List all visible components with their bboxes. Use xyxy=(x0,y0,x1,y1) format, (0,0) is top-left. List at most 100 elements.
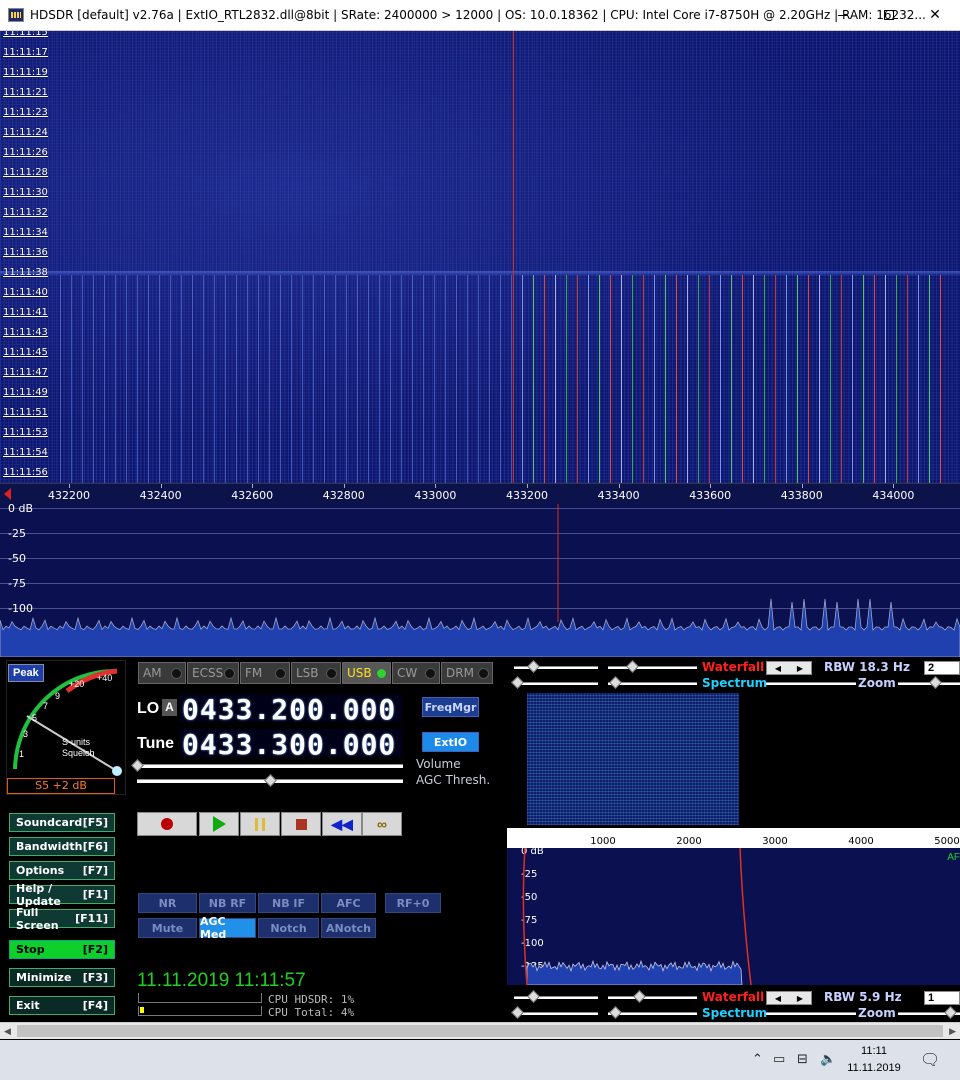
af-waterfall[interactable] xyxy=(507,690,960,828)
af-frequency-scale: 1000 2000 3000 4000 5000 xyxy=(507,828,960,848)
af-sp-slider-1[interactable] xyxy=(514,682,598,685)
waterfall-timestamp: 11:11:34 xyxy=(3,227,48,238)
af-bottom-value-box[interactable]: 1 xyxy=(924,991,960,1005)
clock-date[interactable]: 11.11.2019 xyxy=(846,1062,902,1074)
af-top-rbw-arrows[interactable]: ◀ ▶ xyxy=(766,661,812,675)
af-bottom-rbw-label: RBW 5.9 Hz xyxy=(824,990,902,1004)
arrow-left-icon[interactable]: ◀ xyxy=(775,994,781,1003)
waterfall-signal-line xyxy=(192,275,193,483)
af-scale-label: 2000 xyxy=(676,836,702,847)
tune-marker-line[interactable] xyxy=(513,31,514,483)
loop-icon: ∞ xyxy=(377,816,387,832)
af-filter-high-edge[interactable] xyxy=(739,848,752,985)
frequency-tick xyxy=(710,484,712,488)
af-wf-slider-2[interactable] xyxy=(608,666,697,669)
record-button[interactable] xyxy=(137,812,197,836)
side-button-minimize[interactable]: Minimize [F3] xyxy=(9,968,115,987)
dsp-anotch-button[interactable]: ANotch xyxy=(321,918,376,938)
arrow-right-icon[interactable]: ▶ xyxy=(797,664,803,673)
arrow-left-icon[interactable]: ◀ xyxy=(775,664,781,673)
lo-a-button[interactable]: A xyxy=(162,699,177,716)
signal-onset-band xyxy=(0,271,960,276)
af-spectrum[interactable]: 0 dB-25-50-75-100-125 AF xyxy=(507,848,960,985)
mode-button-drm[interactable]: DRM xyxy=(441,662,493,684)
side-button-bandwidth[interactable]: Bandwidth [F6] xyxy=(9,837,115,856)
device-icon[interactable]: ▭ xyxy=(773,1052,785,1067)
cpu-total-bar xyxy=(138,1006,262,1016)
scrollbar-thumb[interactable] xyxy=(17,1025,943,1037)
mode-button-lsb[interactable]: LSB xyxy=(291,662,341,684)
dsp-nb-rf-button[interactable]: NB RF xyxy=(199,893,256,913)
waterfall-signal-line xyxy=(379,275,380,483)
volume-icon[interactable]: 🔈 xyxy=(820,1052,836,1067)
scroll-right-icon[interactable]: ▶ xyxy=(949,1026,956,1037)
rewind-button[interactable]: ◀◀ xyxy=(322,812,362,836)
arrow-right-icon[interactable]: ▶ xyxy=(797,994,803,1003)
mode-button-ecss[interactable]: ECSS xyxy=(187,662,239,684)
tune-frequency[interactable]: 0433.300.000 xyxy=(182,728,396,761)
minimize-button[interactable] xyxy=(820,0,866,30)
side-button-full-screen[interactable]: Full Screen [F11] xyxy=(9,906,115,932)
mode-label: AM xyxy=(143,666,162,680)
s-scale-40: +40 xyxy=(97,673,113,683)
freqmgr-button[interactable]: FreqMgr xyxy=(422,697,479,717)
datetime-display: 11.11.2019 11:11:57 xyxy=(137,970,306,991)
maximize-button[interactable] xyxy=(866,0,912,30)
horizontal-scrollbar[interactable]: ◀ ▶ xyxy=(0,1022,960,1039)
side-button-stop[interactable]: Stop [F2] xyxy=(9,940,115,959)
mode-button-cw[interactable]: CW xyxy=(392,662,440,684)
waterfall-signal-line xyxy=(357,275,358,483)
side-button-soundcard[interactable]: Soundcard [F5] xyxy=(9,813,115,832)
side-button-options[interactable]: Options [F7] xyxy=(9,861,115,880)
play-button[interactable] xyxy=(199,812,239,836)
waterfall-signal-line xyxy=(126,275,127,483)
af-top-value-box[interactable]: 2 xyxy=(924,661,960,675)
dsp-nr-button[interactable]: NR xyxy=(138,893,197,913)
waterfall-signal-line xyxy=(643,275,644,483)
af-filter-low-edge[interactable] xyxy=(522,848,528,985)
dsp-nb-if-button[interactable]: NB IF xyxy=(258,893,319,913)
mode-led-icon xyxy=(275,668,286,679)
scroll-left-arrow-icon[interactable] xyxy=(4,488,11,500)
pause-button[interactable] xyxy=(240,812,280,836)
dsp-agc-med-button[interactable]: AGC Med xyxy=(199,915,256,941)
notification-icon[interactable]: 🗨 xyxy=(920,1050,940,1069)
side-button-help-update[interactable]: Help / Update [F1] xyxy=(9,882,115,908)
mode-button-am[interactable]: AM xyxy=(138,662,186,684)
af-bottom-wf-slider-2[interactable] xyxy=(608,996,697,999)
loop-button[interactable]: ∞ xyxy=(362,812,402,836)
dsp-notch-button[interactable]: Notch xyxy=(258,918,319,938)
af-bottom-sp-slider-1[interactable] xyxy=(514,1012,598,1015)
dsp-rf-0-button[interactable]: RF+0 xyxy=(385,893,441,913)
volume-slider[interactable] xyxy=(137,764,403,768)
mode-led-icon xyxy=(224,668,235,679)
lo-frequency[interactable]: 0433.200.000 xyxy=(182,693,396,726)
waterfall-timestamp: 11:11:43 xyxy=(3,327,48,338)
clock-time[interactable]: 11:11 xyxy=(846,1045,902,1057)
waterfall-signal-line xyxy=(786,275,787,483)
spectrum-trace xyxy=(0,504,960,657)
network-icon[interactable]: ⊟ xyxy=(797,1052,808,1067)
taskbar: ⌃ ▭ ⊟ 🔈 11:11 11.11.2019 🗨 xyxy=(0,1040,960,1080)
close-button[interactable]: ✕ xyxy=(912,0,958,30)
rf-spectrum[interactable]: 0 dB-25-50-75-100-125 xyxy=(0,504,960,657)
scroll-left-icon[interactable]: ◀ xyxy=(4,1026,11,1037)
s-scale-7: 7 xyxy=(43,701,49,711)
rf-frequency-scale[interactable]: 432200 432400 432600 432800 433000 433200 4334… xyxy=(0,483,960,504)
af-top-zoom-label: Zoom xyxy=(856,676,898,690)
frequency-tick xyxy=(893,484,895,488)
side-button-exit[interactable]: Exit [F4] xyxy=(9,996,115,1015)
af-bottom-waterfall-label: Waterfall xyxy=(702,990,765,1004)
show-hidden-icons-icon[interactable]: ⌃ xyxy=(752,1052,763,1067)
mode-button-usb[interactable]: USB xyxy=(342,662,391,684)
stop-playback-button[interactable] xyxy=(281,812,321,836)
peak-button[interactable]: Peak xyxy=(8,664,44,682)
waterfall-signal-line xyxy=(368,275,369,483)
rf-waterfall[interactable]: 11:11:15 11:11:17 11:11:19 11:11:21 11:11:23… xyxy=(0,31,960,483)
dsp-mute-button[interactable]: Mute xyxy=(138,918,197,938)
waterfall-signal-line xyxy=(555,275,556,483)
mode-button-fm[interactable]: FM xyxy=(240,662,290,684)
extio-button[interactable]: ExtIO xyxy=(422,732,479,752)
dsp-afc-button[interactable]: AFC xyxy=(321,893,376,913)
af-bottom-rbw-arrows[interactable]: ◀ ▶ xyxy=(766,991,812,1005)
